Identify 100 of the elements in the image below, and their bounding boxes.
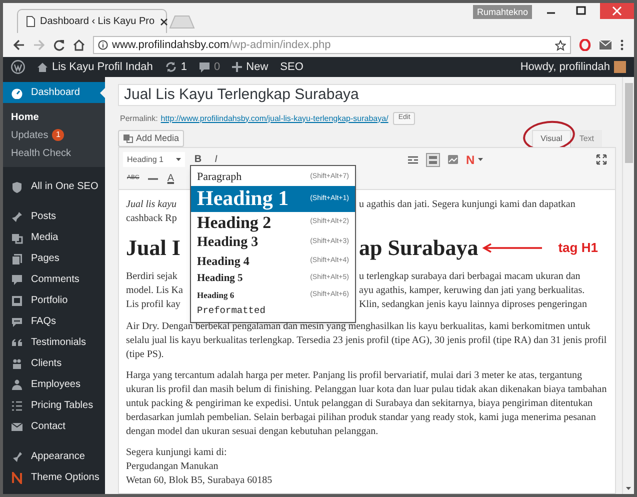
toolbar-toggle-icon[interactable] bbox=[426, 152, 440, 166]
text-fragment: model. Lis Ka bbox=[126, 284, 184, 298]
sidebar-item[interactable]: Testimonials bbox=[3, 332, 105, 353]
url-path: /wp-admin/index.php bbox=[229, 38, 331, 53]
text-fragment: cashback Rp bbox=[126, 212, 178, 226]
address-bar[interactable]: www.profilindahsby.com/wp-admin/index.php bbox=[93, 36, 571, 54]
sidebar-item[interactable]: All in One SEO bbox=[3, 176, 105, 197]
text-fragment: Lis profil kay bbox=[126, 298, 182, 312]
site-name: Lis Kayu Profil Indah bbox=[52, 60, 153, 75]
browser-tab[interactable]: Dashboard ‹ Lis Kayu Pro bbox=[17, 9, 167, 33]
comments-link[interactable]: 0 bbox=[199, 58, 220, 76]
page-icon bbox=[26, 16, 35, 27]
text-fragment: Berdiri sejak bbox=[126, 270, 178, 284]
media-icon bbox=[123, 134, 133, 143]
plugin-button[interactable]: N bbox=[466, 150, 483, 168]
text-line: Wetan 60, Blok B5, Surabaya 60185 bbox=[126, 474, 274, 488]
arrow-icon bbox=[482, 243, 542, 253]
post-title-field[interactable]: Jual Lis Kayu Terlengkap Surabaya bbox=[118, 84, 616, 106]
format-option[interactable]: Preformatted bbox=[191, 303, 355, 320]
sidebar-item[interactable]: Dashboard bbox=[3, 82, 105, 103]
sidebar-item[interactable]: Comments bbox=[3, 269, 105, 290]
list-icon bbox=[11, 400, 23, 412]
format-select[interactable]: Heading 1 bbox=[123, 152, 185, 167]
submenu-item[interactable]: Home bbox=[3, 108, 105, 126]
caret-icon bbox=[176, 158, 181, 161]
caret-icon bbox=[478, 158, 483, 161]
media-icon bbox=[11, 232, 23, 244]
editor-tab[interactable]: Text bbox=[571, 130, 602, 147]
comment-count: 0 bbox=[214, 60, 220, 75]
fullscreen-icon[interactable] bbox=[596, 154, 607, 165]
text-fragment: Jual lis kayu bbox=[126, 198, 178, 212]
quote-icon bbox=[11, 336, 23, 348]
home-icon[interactable] bbox=[73, 39, 85, 51]
account-greeting[interactable]: Howdy, profilindah bbox=[520, 58, 610, 76]
portfolio-icon bbox=[11, 294, 23, 306]
permalink-label: Permalink: bbox=[120, 112, 158, 124]
update-badge: 1 bbox=[52, 129, 64, 141]
sidebar-item[interactable]: Theme Options bbox=[3, 467, 105, 488]
text-fragment: u terlengkap surabaya dari berbagai macam ukuran dan bbox=[359, 270, 580, 284]
reload-icon[interactable] bbox=[53, 39, 65, 51]
refresh-icon bbox=[164, 61, 177, 73]
caret-icon[interactable] bbox=[626, 487, 631, 490]
heading-fragment: ap Surabaya bbox=[359, 235, 478, 261]
sidebar-item[interactable]: Pricing Tables bbox=[3, 395, 105, 416]
scrollbar-thumb[interactable] bbox=[624, 83, 632, 163]
submenu-item[interactable]: Health Check bbox=[3, 144, 105, 162]
submenu-item[interactable]: Updates 1 bbox=[3, 126, 105, 144]
sidebar-item[interactable]: Pages bbox=[3, 248, 105, 269]
sidebar-item[interactable]: Media bbox=[3, 227, 105, 248]
speech-bubble-icon bbox=[11, 274, 23, 286]
person-icon bbox=[11, 378, 23, 390]
menu-icon[interactable] bbox=[620, 39, 624, 51]
back-icon[interactable] bbox=[13, 39, 25, 51]
updates-link[interactable]: 1 bbox=[164, 58, 188, 76]
paintbrush-icon bbox=[11, 450, 23, 462]
url-host: www.profilindahsby.com bbox=[112, 38, 230, 53]
sidebar-item[interactable]: Appearance bbox=[3, 446, 105, 467]
home-icon bbox=[37, 62, 48, 72]
permalink-link[interactable]: http://www.profilindahsby.com/jual-lis-kayu-terlengkap-surabaya/ bbox=[160, 112, 388, 124]
chat-bubble-icon bbox=[11, 316, 23, 328]
update-count: 1 bbox=[180, 60, 188, 75]
mail-icon[interactable] bbox=[599, 40, 612, 50]
pages-icon bbox=[11, 252, 23, 264]
add-media-button[interactable]: Add Media bbox=[118, 130, 184, 147]
new-link[interactable]: New bbox=[232, 58, 268, 76]
new-label: New bbox=[246, 60, 268, 75]
editor-tab[interactable]: Visual bbox=[532, 130, 572, 147]
sidebar-item[interactable]: Portfolio bbox=[3, 290, 105, 311]
annotation-label: tag H1 bbox=[558, 241, 598, 255]
text-fragment: u agathis dan jati. Segera kunjungi kami dan dapatkan bbox=[359, 198, 576, 212]
italic-button[interactable]: I bbox=[211, 152, 221, 167]
bold-button[interactable]: B bbox=[192, 152, 204, 167]
seo-link[interactable]: SEO bbox=[280, 58, 304, 76]
tab-title: Dashboard ‹ Lis Kayu Pro bbox=[40, 15, 155, 29]
star-icon[interactable] bbox=[555, 40, 566, 50]
text-line: Pergudangan Manukan bbox=[126, 460, 220, 474]
people-icon bbox=[11, 358, 23, 370]
text-color-button[interactable]: A bbox=[167, 171, 174, 186]
shield-icon bbox=[11, 180, 23, 192]
sidebar-item[interactable]: FAQs bbox=[3, 311, 105, 332]
site-link[interactable]: Lis Kayu Profil Indah bbox=[37, 58, 153, 76]
image-icon[interactable] bbox=[447, 154, 459, 165]
letter-n-icon bbox=[11, 472, 23, 484]
info-icon bbox=[98, 40, 108, 50]
close-icon[interactable] bbox=[160, 18, 168, 26]
body-paragraph: Harga yang tercantum adalah harga per meter. Panjang lis profil bervariatif, mulai dari 3 meter ke atas, tergantung ukuran lis profil dan masih belum di finishing. Pelanggan luar kota dan luar pulau tidak akan dikenakan biaya tambahan untuk packing & pengiriman ke expedisi. Untuk pelanggan di Surabaya dan sekitarnya, biaya pengiriman ditentukan berdasarkan jumlah pembelian. Selain berbagai pilihan produk standar yang ready stok, kami juga menerima pesanan dengan model dan ukuran sesuai dengan kebutuhan pelanggan. bbox=[126, 369, 608, 439]
sidebar-item[interactable]: Posts bbox=[3, 206, 105, 227]
sidebar-item[interactable]: Employees bbox=[3, 374, 105, 395]
text-fragment: ayu agathis, kamper, keruwing dan jati yang berkualitas. bbox=[359, 284, 585, 298]
envelope-icon bbox=[11, 420, 23, 432]
sidebar-item[interactable]: Contact bbox=[3, 416, 105, 437]
plus-icon bbox=[232, 62, 242, 72]
heading-fragment: Jual I bbox=[126, 235, 182, 261]
dashboard-icon bbox=[11, 86, 23, 98]
read-more-icon[interactable] bbox=[407, 154, 419, 164]
scrollbar[interactable] bbox=[622, 77, 634, 494]
text-fragment: Klin, sedangkan jenis kayu lainnya diproses pengeringan bbox=[359, 298, 587, 312]
speech-bubble-icon bbox=[199, 62, 210, 72]
sidebar-item[interactable]: Clients bbox=[3, 353, 105, 374]
text-line: Segera kunjungi kami di: bbox=[126, 446, 228, 460]
